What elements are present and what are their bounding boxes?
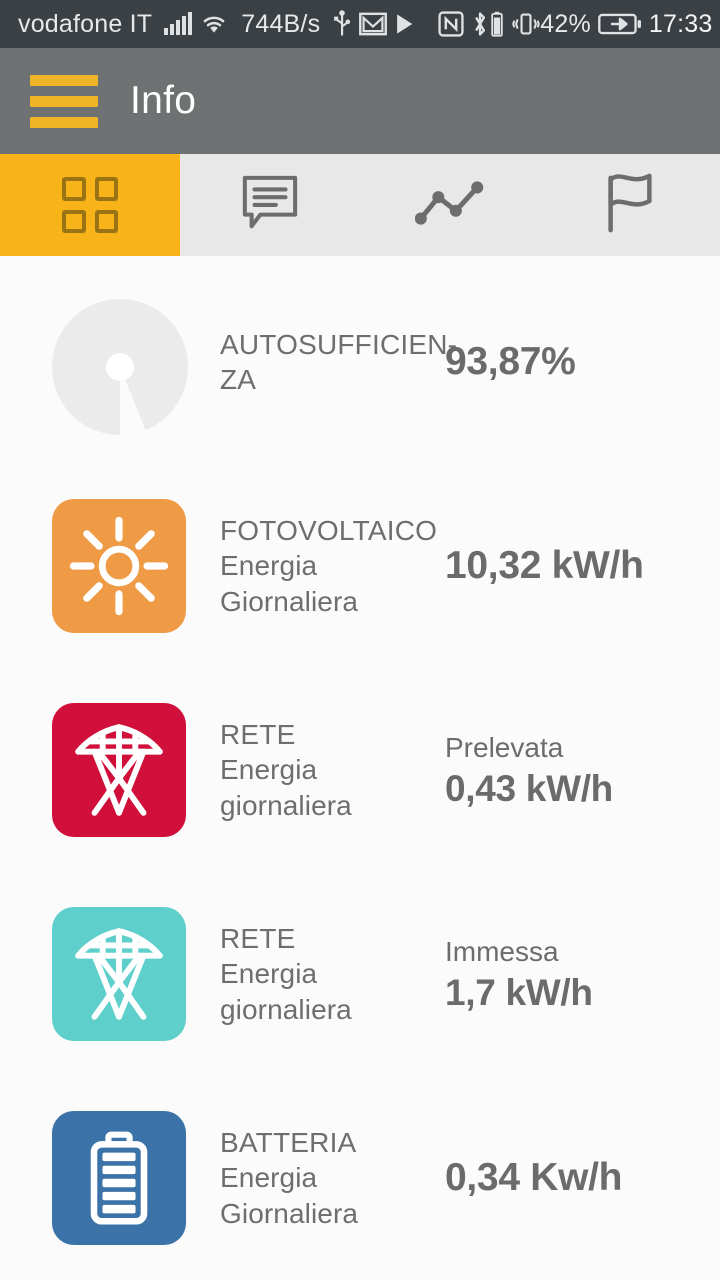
- row-value: 0,43 kW/h: [445, 768, 613, 809]
- row-subtitle: Energia Giornaliera: [220, 549, 359, 617]
- row-subtitle: Energia Giornaliera: [220, 1161, 359, 1229]
- row-value-rete-immessa: Immessa 1,7 kW/h: [429, 933, 720, 1015]
- grid-dashboard-icon: [62, 177, 118, 233]
- row-text-rete-prelevata: RETE Energia giornaliera: [186, 717, 429, 824]
- tab-chart[interactable]: [360, 154, 540, 256]
- row-value-fotovoltaico: 10,32 kW/h: [429, 544, 720, 588]
- battery-percent-label: 42%: [540, 9, 591, 38]
- row-title: RETE: [220, 922, 296, 954]
- row-title: RETE: [220, 718, 296, 750]
- row-text-rete-immessa: RETE Energia giornaliera: [186, 921, 429, 1028]
- usb-icon: [332, 10, 352, 38]
- list-item[interactable]: RETE Energia giornaliera Prelevata 0,43 …: [0, 668, 720, 872]
- donut-chart-icon: [48, 295, 192, 439]
- list-item[interactable]: RETE Energia giornaliera Immessa 1,7 kW/…: [0, 872, 720, 1076]
- line-chart-icon: [414, 177, 485, 234]
- battery-charging-icon: [598, 12, 642, 36]
- app-bar: Info: [0, 48, 720, 154]
- row-subtitle: Energia giornaliera: [220, 753, 352, 821]
- flag-icon: [601, 172, 659, 239]
- nfc-icon: [438, 11, 464, 37]
- row-value: 10,32 kW/h: [445, 544, 644, 587]
- tab-dashboard[interactable]: [0, 154, 180, 256]
- power-pylon-icon: [52, 907, 186, 1041]
- sun-icon: [52, 499, 186, 633]
- row-subtitle: Energia giornaliera: [220, 957, 352, 1025]
- row-text-autosufficienza: AUTOSUFFICIEN- ZA: [186, 327, 458, 397]
- play-icon: [394, 13, 414, 35]
- row-value-autosufficienza: 93,87%: [429, 340, 720, 384]
- hamburger-menu-icon[interactable]: [30, 74, 98, 128]
- row-icon-rete-immessa: [52, 907, 186, 1041]
- message-bubble-icon: [239, 174, 301, 237]
- bluetooth-icon: [471, 11, 489, 37]
- row-icon-batteria: [52, 1111, 186, 1245]
- row-value-batteria: 0,34 Kw/h: [429, 1156, 720, 1200]
- power-pylon-icon: [52, 703, 186, 837]
- row-value: 93,87%: [445, 340, 576, 383]
- carrier-label: vodafone IT: [18, 9, 153, 38]
- tab-flag[interactable]: [540, 154, 720, 256]
- row-icon-rete-prelevata: [52, 703, 186, 837]
- metrics-list: AUTOSUFFICIEN- ZA 93,87% FOTOVOLTAICO En…: [0, 256, 720, 1280]
- row-text-fotovoltaico: FOTOVOLTAICO Energia Giornaliera: [186, 513, 438, 620]
- row-value: 0,34 Kw/h: [445, 1156, 623, 1199]
- status-bar: vodafone IT 744B/s 42% 17:33: [0, 0, 720, 48]
- tab-bar: [0, 154, 720, 256]
- battery-small-icon: [489, 11, 505, 37]
- list-item[interactable]: BATTERIA Energia Giornaliera 0,34 Kw/h: [0, 1076, 720, 1280]
- gmail-icon: [359, 12, 388, 36]
- row-icon-autosufficienza: [51, 295, 188, 435]
- row-value-label: Immessa: [445, 936, 559, 967]
- clock-label: 17:33: [648, 9, 713, 38]
- tab-messages[interactable]: [180, 154, 360, 256]
- row-value: 1,7 kW/h: [445, 972, 593, 1013]
- row-icon-fotovoltaico: [52, 499, 186, 633]
- network-speed-label: 744B/s: [241, 9, 321, 38]
- list-item[interactable]: FOTOVOLTAICO Energia Giornaliera 10,32 k…: [0, 464, 720, 668]
- page-title: Info: [130, 79, 197, 122]
- row-title: AUTOSUFFICIEN-: [220, 329, 458, 360]
- signal-icon: [164, 12, 193, 35]
- vibrate-icon: [512, 11, 541, 37]
- row-title-cont: ZA: [220, 364, 257, 395]
- battery-icon: [52, 1111, 186, 1245]
- list-item[interactable]: AUTOSUFFICIEN- ZA 93,87%: [0, 260, 720, 464]
- wifi-icon: [199, 12, 229, 36]
- row-value-rete-prelevata: Prelevata 0,43 kW/h: [429, 729, 720, 811]
- row-title: BATTERIA: [220, 1126, 357, 1158]
- row-text-batteria: BATTERIA Energia Giornaliera: [186, 1125, 429, 1232]
- row-title: FOTOVOLTAICO: [220, 514, 438, 546]
- row-value-label: Prelevata: [445, 732, 564, 763]
